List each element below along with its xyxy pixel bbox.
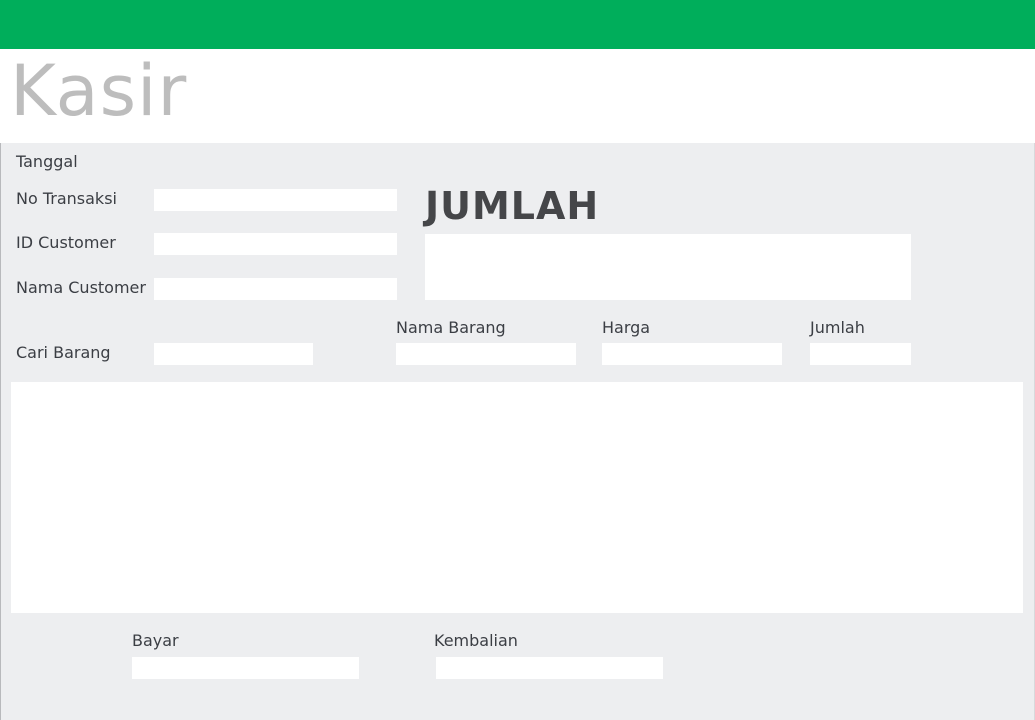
cari-barang-label: Cari Barang	[16, 343, 111, 362]
nama-barang-label: Nama Barang	[396, 318, 506, 337]
harga-input[interactable]	[602, 343, 782, 365]
kembalian-input[interactable]	[436, 657, 663, 679]
nama-barang-input[interactable]	[396, 343, 576, 365]
total-heading: JUMLAH	[425, 184, 600, 228]
no-transaksi-input[interactable]	[154, 189, 397, 211]
nama-customer-label: Nama Customer	[16, 278, 146, 297]
jumlah-label: Jumlah	[810, 318, 865, 337]
total-display	[425, 234, 911, 300]
no-transaksi-label: No Transaksi	[16, 189, 117, 208]
tanggal-label: Tanggal	[16, 152, 78, 171]
id-customer-label: ID Customer	[16, 233, 116, 252]
page-title: Kasir	[10, 50, 188, 132]
items-table[interactable]	[11, 382, 1023, 613]
nama-customer-input[interactable]	[154, 278, 397, 300]
bayar-input[interactable]	[132, 657, 359, 679]
id-customer-input[interactable]	[154, 233, 397, 255]
kasir-window: Kasir Tanggal No Transaksi ID Customer N…	[0, 0, 1035, 720]
jumlah-input[interactable]	[810, 343, 911, 365]
bayar-label: Bayar	[132, 631, 179, 650]
header-bar	[0, 0, 1035, 49]
kembalian-label: Kembalian	[434, 631, 518, 650]
cari-barang-input[interactable]	[154, 343, 313, 365]
harga-label: Harga	[602, 318, 651, 337]
